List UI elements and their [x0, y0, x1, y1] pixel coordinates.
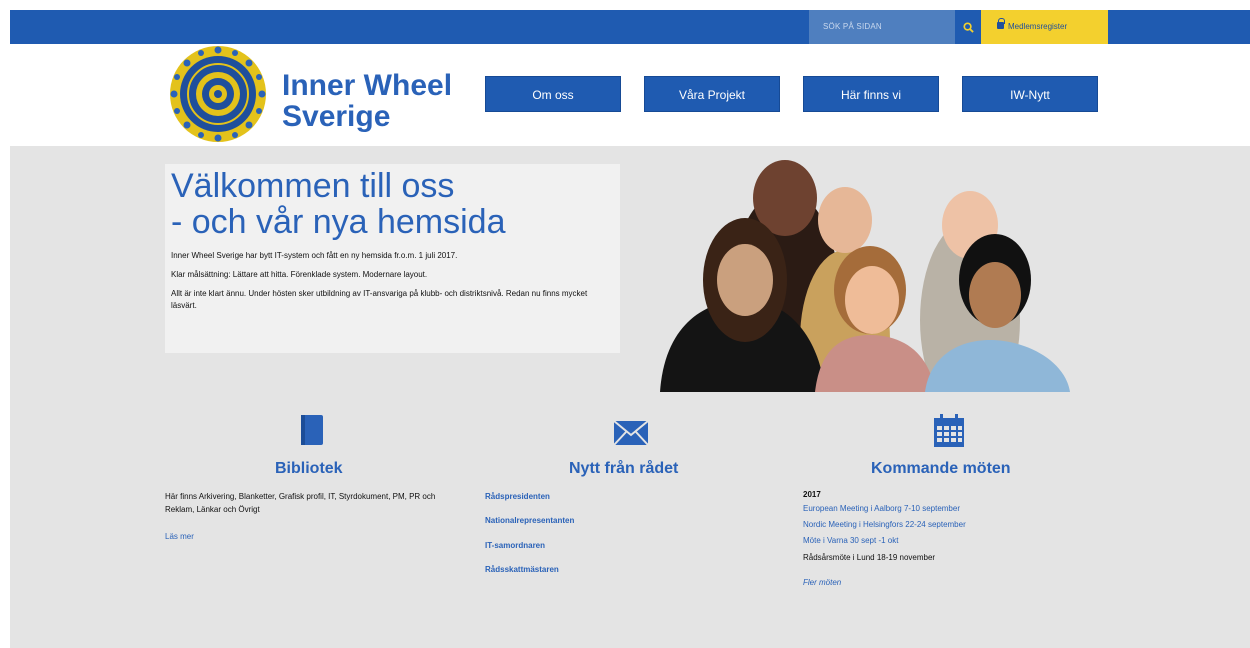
- welcome-paragraph-2: Klar målsättning: Lättare att hitta. För…: [171, 270, 428, 279]
- nav-iw-nytt[interactable]: IW-Nytt: [962, 76, 1098, 112]
- lock-icon: [997, 18, 1005, 29]
- meeting-item: Rådsårsmöte i Lund 18-19 november: [803, 553, 936, 562]
- council-link-treasurer[interactable]: Rådsskattmästaren: [485, 565, 559, 574]
- meeting-item[interactable]: European Meeting i Aalborg 7-10 septembe…: [803, 504, 960, 513]
- brand-line-2: Sverige: [282, 100, 391, 133]
- page: SÖK PÅ SIDAN Medlemsregister Inner Wheel…: [0, 0, 1250, 648]
- group-photo: [660, 160, 1070, 392]
- upcoming-meetings-title: Kommande möten: [871, 460, 1011, 477]
- meeting-item[interactable]: Nordic Meeting i Helsingfors 22-24 septe…: [803, 520, 966, 529]
- council-link-it-coordinator[interactable]: IT-samordnaren: [485, 541, 545, 550]
- book-icon: [301, 415, 323, 445]
- inner-wheel-logo[interactable]: [168, 44, 268, 144]
- nav-om-oss[interactable]: Om oss: [485, 76, 621, 112]
- envelope-icon: [613, 420, 649, 446]
- meeting-item[interactable]: Möte i Varna 30 sept -1 okt: [803, 536, 898, 545]
- council-link-national-rep[interactable]: Nationalrepresentanten: [485, 516, 574, 525]
- welcome-title: Välkommen till oss - och vår nya hemsida: [171, 168, 614, 240]
- welcome-title-line-1: Välkommen till oss: [171, 167, 455, 205]
- nav-vara-projekt[interactable]: Våra Projekt: [644, 76, 780, 112]
- meetings-year: 2017: [803, 490, 821, 499]
- welcome-title-line-2: - och vår nya hemsida: [171, 203, 506, 241]
- member-register-label: Medlemsregister: [1008, 22, 1068, 31]
- search-input[interactable]: SÖK PÅ SIDAN: [809, 10, 955, 44]
- search-button[interactable]: [955, 10, 981, 44]
- more-meetings-link[interactable]: Fler möten: [803, 578, 841, 587]
- nav-har-finns-vi[interactable]: Här finns vi: [803, 76, 939, 112]
- brand-name[interactable]: Inner Wheel Sverige: [282, 70, 452, 132]
- brand-line-1: Inner Wheel: [282, 69, 453, 102]
- library-text: Här finns Arkivering, Blanketter, Grafis…: [165, 492, 436, 514]
- top-bar: SÖK PÅ SIDAN Medlemsregister: [10, 10, 1250, 44]
- welcome-paragraph-1: Inner Wheel Sverige har bytt IT-system o…: [171, 251, 458, 260]
- council-link-president[interactable]: Rådspresidenten: [485, 492, 550, 501]
- library-read-more-link[interactable]: Läs mer: [165, 532, 194, 541]
- search-icon: [962, 21, 974, 33]
- main-content: Välkommen till oss - och vår nya hemsida…: [10, 146, 1250, 648]
- member-register-button[interactable]: Medlemsregister: [981, 10, 1108, 44]
- welcome-paragraph-3: Allt är inte klart ännu. Under hösten sk…: [171, 289, 588, 310]
- library-title: Bibliotek: [275, 460, 343, 477]
- header: Inner Wheel Sverige Om oss Våra Projekt …: [10, 44, 1250, 146]
- welcome-panel: Välkommen till oss - och vår nya hemsida…: [165, 164, 620, 353]
- calendar-icon: [934, 414, 964, 447]
- council-news-title: Nytt från rådet: [569, 460, 679, 477]
